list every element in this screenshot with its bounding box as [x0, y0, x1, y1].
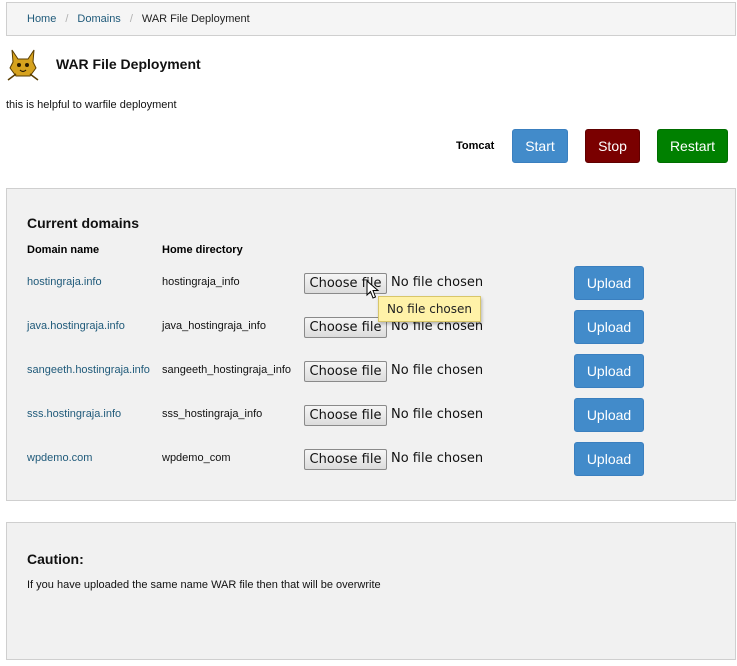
- domain-row: wpdemo.com wpdemo_com Choose file No fil…: [7, 442, 735, 476]
- caution-text: If you have uploaded the same name WAR f…: [27, 579, 381, 591]
- home-directory: sangeeth_hostingraja_info: [162, 364, 292, 376]
- upload-button[interactable]: Upload: [574, 266, 644, 300]
- column-header-domain: Domain name: [27, 244, 100, 256]
- domains-title: Current domains: [27, 215, 140, 231]
- service-label: Tomcat: [456, 140, 495, 152]
- start-button[interactable]: Start: [512, 129, 568, 163]
- upload-button[interactable]: Upload: [574, 398, 644, 432]
- home-directory: wpdemo_com: [162, 452, 231, 464]
- upload-button[interactable]: Upload: [574, 310, 644, 344]
- home-directory: sss_hostingraja_info: [162, 408, 263, 420]
- choose-file-button[interactable]: Choose file: [304, 317, 387, 338]
- file-status: No file chosen: [391, 363, 484, 378]
- breadcrumb-separator: /: [129, 13, 133, 25]
- upload-button[interactable]: Upload: [574, 442, 644, 476]
- domain-link[interactable]: wpdemo.com: [27, 452, 92, 464]
- tomcat-logo-icon: [7, 49, 39, 81]
- upload-button[interactable]: Upload: [574, 354, 644, 388]
- file-input-tooltip: No file chosen: [378, 296, 482, 322]
- column-header-home: Home directory: [162, 244, 243, 256]
- file-status: No file chosen: [391, 407, 484, 422]
- breadcrumb-separator: /: [65, 13, 69, 25]
- mouse-pointer-icon: [366, 280, 380, 299]
- choose-file-button[interactable]: Choose file: [304, 449, 387, 470]
- caution-panel: Caution: If you have uploaded the same n…: [6, 522, 736, 660]
- domain-link[interactable]: sangeeth.hostingraja.info: [27, 364, 150, 376]
- breadcrumb-current: WAR File Deployment: [141, 13, 250, 25]
- domain-link[interactable]: java.hostingraja.info: [27, 320, 125, 332]
- breadcrumb: Home / Domains / WAR File Deployment: [6, 2, 736, 36]
- domain-link[interactable]: hostingraja.info: [27, 276, 102, 288]
- domain-link[interactable]: sss.hostingraja.info: [27, 408, 121, 420]
- caution-title: Caution:: [27, 551, 84, 567]
- page-title: WAR File Deployment: [56, 56, 201, 72]
- file-status: No file chosen: [391, 451, 484, 466]
- breadcrumb-domains-link[interactable]: Domains: [77, 13, 120, 25]
- breadcrumb-home-link[interactable]: Home: [27, 13, 56, 25]
- restart-button[interactable]: Restart: [657, 129, 728, 163]
- file-status: No file chosen: [391, 275, 484, 290]
- domain-row: sss.hostingraja.info sss_hostingraja_inf…: [7, 398, 735, 432]
- domain-row: sangeeth.hostingraja.info sangeeth_hosti…: [7, 354, 735, 388]
- home-directory: java_hostingraja_info: [162, 320, 266, 332]
- choose-file-button[interactable]: Choose file: [304, 361, 387, 382]
- choose-file-button[interactable]: Choose file: [304, 405, 387, 426]
- stop-button[interactable]: Stop: [585, 129, 640, 163]
- domain-row: java.hostingraja.info java_hostingraja_i…: [7, 310, 735, 344]
- domains-panel: Current domains Domain name Home directo…: [6, 188, 736, 501]
- page-description: this is helpful to warfile deployment: [6, 99, 177, 111]
- home-directory: hostingraja_info: [162, 276, 240, 288]
